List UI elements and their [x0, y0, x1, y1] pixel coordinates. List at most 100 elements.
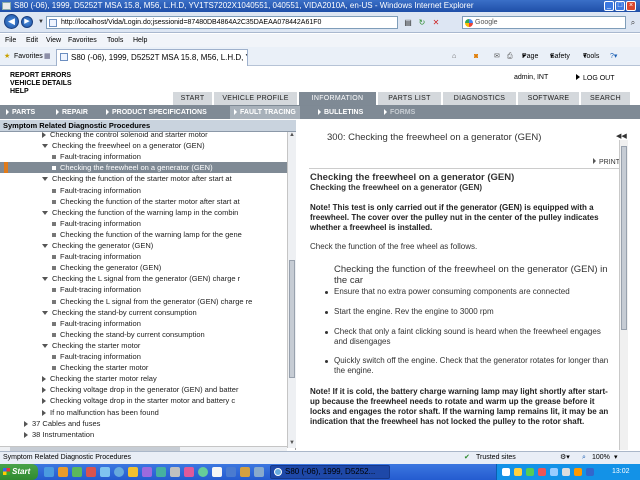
refresh-icon[interactable]: ↻ [416, 16, 428, 29]
network-icon[interactable] [550, 468, 558, 476]
tab-search[interactable]: SEARCH [580, 92, 630, 105]
tab-parts-list[interactable]: PARTS LIST [377, 92, 441, 105]
start-button[interactable]: Start [0, 464, 38, 480]
document-icon[interactable] [52, 366, 56, 371]
subtab-repair[interactable]: REPAIR [56, 106, 88, 119]
tab-software[interactable]: SOFTWARE [517, 92, 579, 105]
subtab-fault-tracing[interactable]: FAULT TRACING [230, 106, 300, 119]
back-arrow-icon[interactable]: ◀ [4, 14, 19, 29]
quick-launch-icon[interactable] [142, 467, 152, 477]
tree-item[interactable]: Checking the generator (GEN) [0, 262, 287, 273]
compat-view-icon[interactable]: ▤ [402, 16, 414, 29]
tools-menu[interactable]: Tools ▾ [583, 47, 599, 66]
tray-icon[interactable] [574, 468, 582, 476]
subtab-bulletins[interactable]: BULLETINS [318, 106, 363, 119]
quick-launch-icon[interactable] [170, 467, 180, 477]
menu-file[interactable]: File [5, 34, 16, 47]
tree-item[interactable]: Fault-tracing information [0, 284, 287, 295]
quick-launch-icon[interactable] [58, 467, 68, 477]
scroll-down-icon[interactable]: ▼ [289, 440, 295, 447]
document-icon[interactable] [52, 232, 56, 237]
scroll-up-icon[interactable]: ▲ [289, 132, 295, 139]
stop-icon[interactable]: ✕ [430, 16, 442, 29]
document-icon[interactable] [52, 221, 56, 226]
tree-item[interactable]: Checking the starter motor [0, 362, 287, 373]
tree-item[interactable]: Checking voltage drop in the generator (… [0, 384, 287, 395]
tree-item[interactable]: Checking the function of the starter mot… [0, 173, 287, 184]
help-icon[interactable]: ?▾ [610, 47, 617, 66]
document-icon[interactable] [52, 266, 56, 271]
tree-item[interactable]: Checking the function of the warning lam… [0, 207, 287, 218]
tray-icon[interactable] [538, 468, 546, 476]
search-input[interactable]: Google [462, 16, 626, 29]
protected-mode-icon[interactable]: ⚙▾ [560, 452, 570, 464]
minimize-button[interactable]: _ [604, 1, 614, 11]
tree-item[interactable]: Fault-tracing information [0, 251, 287, 262]
tree-item[interactable]: Fault-tracing information [0, 185, 287, 196]
menu-tools[interactable]: Tools [107, 34, 123, 47]
collapsed-arrow-icon[interactable] [42, 398, 46, 405]
subtab-parts[interactable]: PARTS [6, 106, 35, 119]
collapsed-arrow-icon[interactable] [42, 409, 46, 416]
tree-item[interactable]: Checking voltage drop in the starter mot… [0, 395, 287, 406]
collapse-panel-icon[interactable]: ◀◀ [616, 132, 627, 140]
tree-item[interactable]: Fault-tracing information [0, 218, 287, 229]
tab-start[interactable]: START [172, 92, 212, 105]
tree-item[interactable]: Checking the stand-by current consumptio… [0, 329, 287, 340]
document-icon[interactable] [52, 299, 56, 304]
tree-item[interactable]: Checking the starter motor [0, 340, 287, 351]
safety-menu[interactable]: Safety ▾ [550, 47, 570, 66]
print-link[interactable]: PRINT [593, 158, 620, 166]
document-icon[interactable] [52, 188, 56, 193]
tray-icon[interactable] [526, 468, 534, 476]
quick-launch-icon[interactable] [128, 467, 138, 477]
collapsed-arrow-icon[interactable] [42, 387, 46, 394]
quick-launch-icon[interactable] [72, 467, 82, 477]
tree-item[interactable]: Checking the generator (GEN) [0, 240, 287, 251]
taskbar-item-ie[interactable]: S80 (-06), 1999, D5252... [270, 465, 390, 479]
feeds-icon[interactable]: ◙ [474, 47, 478, 66]
expanded-arrow-icon[interactable] [42, 277, 48, 282]
expanded-arrow-icon[interactable] [42, 244, 48, 249]
document-icon[interactable] [52, 355, 56, 360]
ie-quick-launch-icon[interactable] [114, 467, 124, 477]
document-icon[interactable] [52, 321, 56, 326]
quick-launch-icon[interactable] [240, 467, 250, 477]
menu-favorites[interactable]: Favorites [68, 34, 97, 47]
favorites-button[interactable]: Favorites [14, 47, 43, 66]
tree-item[interactable]: Checking the freewheel on a generator (G… [0, 162, 287, 174]
tree-item[interactable]: Checking the L signal from the generator… [0, 273, 287, 284]
quick-launch-icon[interactable] [44, 467, 54, 477]
collapsed-arrow-icon[interactable] [24, 420, 28, 427]
document-icon[interactable] [52, 166, 56, 171]
expanded-arrow-icon[interactable] [42, 310, 48, 315]
address-bar[interactable]: http://localhost/Vida/Login.do;jsessioni… [46, 16, 398, 29]
tree-item[interactable]: Checking the freewheel on a generator (G… [0, 140, 287, 151]
collapsed-arrow-icon[interactable] [42, 376, 46, 383]
document-icon[interactable] [52, 288, 56, 293]
tree-item[interactable]: Fault-tracing information [0, 351, 287, 362]
document-scrollbar[interactable] [619, 140, 628, 450]
tree-item[interactable]: Checking the control solenoid and starte… [0, 132, 287, 140]
tray-icon[interactable] [502, 468, 510, 476]
subtab-product-specifications[interactable]: PRODUCT SPECIFICATIONS [106, 106, 207, 119]
quick-launch-icon[interactable] [254, 467, 264, 477]
subtab-forms[interactable]: FORMS [384, 106, 415, 119]
quick-launch-icon[interactable] [100, 467, 110, 477]
quick-launch-icon[interactable] [156, 467, 166, 477]
tree-item[interactable]: Fault-tracing information [0, 151, 287, 162]
tree-item[interactable]: If no malfunction has been found [0, 407, 287, 418]
menu-view[interactable]: View [46, 34, 61, 47]
collapsed-arrow-icon[interactable] [24, 431, 28, 438]
quick-launch-icon[interactable] [226, 467, 236, 477]
vehicle-details-link[interactable]: VEHICLE DETAILS [10, 80, 72, 88]
volume-icon[interactable] [562, 468, 570, 476]
browser-tab[interactable]: S80 (-06), 1999, D5252T MSA 15.8, M56, L… [56, 49, 248, 66]
forward-arrow-icon[interactable]: ▶ [21, 16, 33, 28]
print-toolbar-icon[interactable]: ⎙ [507, 47, 513, 66]
tree-item[interactable]: 38 Instrumentation [0, 429, 287, 440]
tab-information[interactable]: INFORMATION [298, 92, 376, 105]
quick-launch-icon[interactable] [86, 467, 96, 477]
expanded-arrow-icon[interactable] [42, 343, 48, 348]
tree-item[interactable]: Checking the stand-by current consumptio… [0, 307, 287, 318]
